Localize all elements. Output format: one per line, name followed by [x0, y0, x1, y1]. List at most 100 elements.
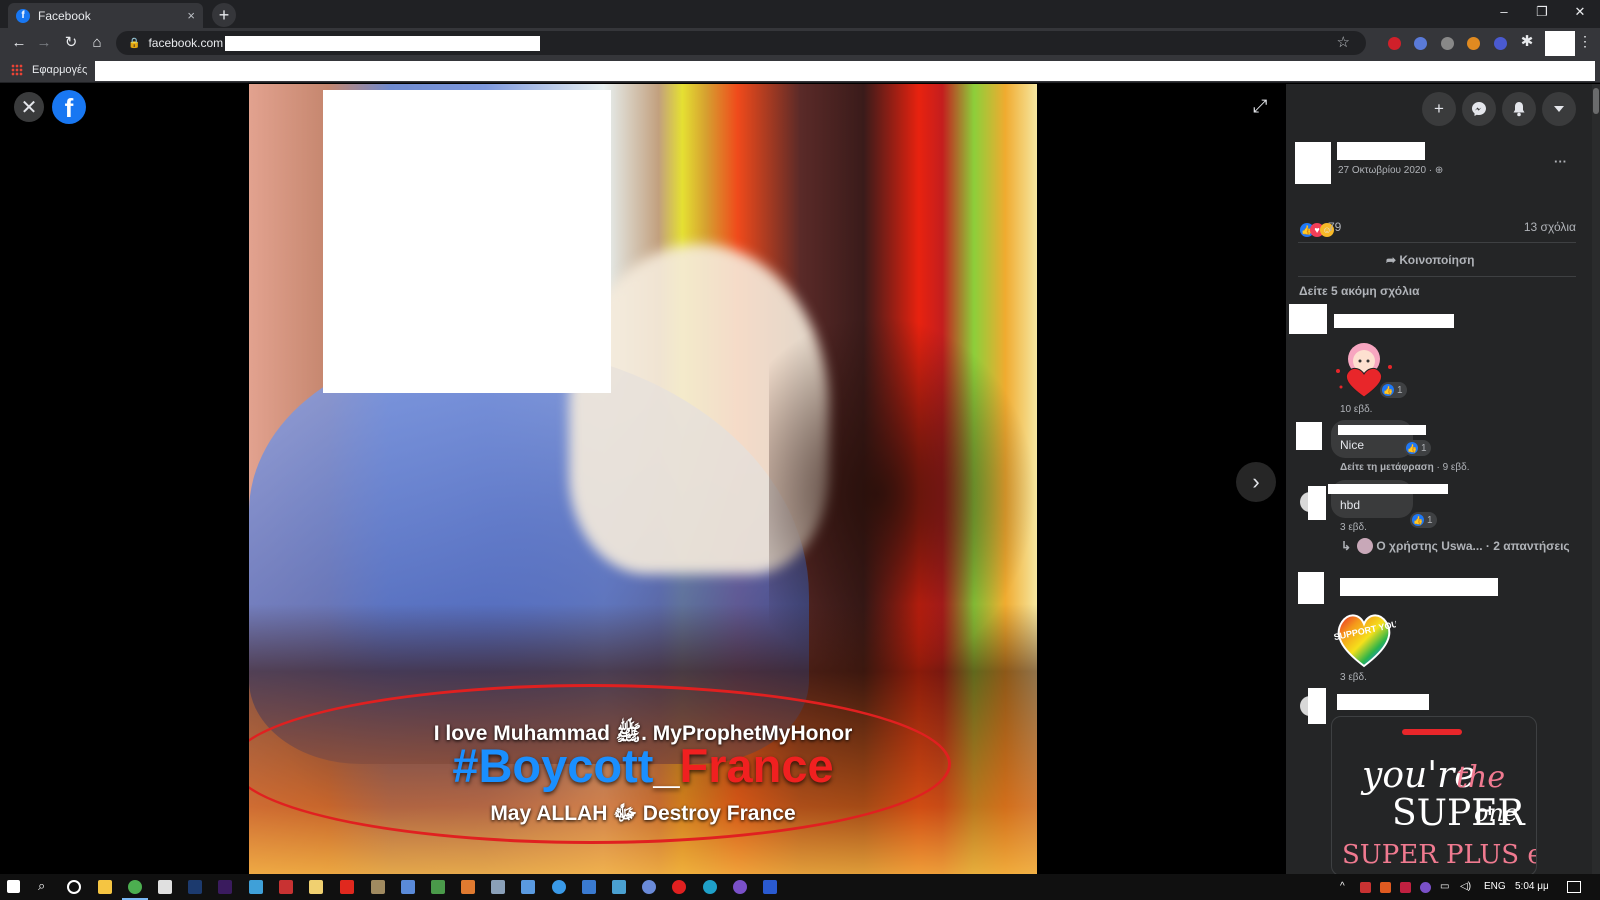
tray-icon-3[interactable]: [1400, 882, 1411, 893]
profile-avatar[interactable]: [1545, 31, 1575, 56]
close-viewer-button[interactable]: ✕: [14, 92, 44, 122]
opera-icon[interactable]: [672, 880, 686, 894]
cortana-icon[interactable]: [67, 880, 81, 894]
app-icon-2[interactable]: [249, 880, 263, 894]
input-language[interactable]: ENG: [1484, 881, 1506, 892]
redacted-commenter-name[interactable]: [1338, 425, 1426, 435]
account-caret-down-icon[interactable]: [1542, 92, 1576, 126]
scrollbar-thumb[interactable]: [1593, 88, 1599, 114]
apps-bookmark[interactable]: Εφαρμογές: [32, 64, 87, 76]
premiere-icon[interactable]: [218, 880, 232, 894]
post-date[interactable]: 27 Οκτωβρίου 2020 · ⊕: [1338, 165, 1443, 176]
forward-icon[interactable]: →: [33, 33, 55, 53]
back-icon[interactable]: ←: [8, 33, 30, 53]
restore-button[interactable]: ❐: [1524, 4, 1560, 20]
reply-user-avatar: [1357, 538, 1373, 554]
reload-icon[interactable]: ↻: [60, 33, 82, 53]
chrome-icon[interactable]: [128, 880, 142, 894]
comments-count[interactable]: 13 σχόλια: [1516, 220, 1576, 234]
close-window-button[interactable]: ✕: [1562, 4, 1598, 20]
dropbox-icon[interactable]: [521, 880, 535, 894]
share-button[interactable]: ➦ Κοινοποίηση: [1386, 253, 1475, 267]
facebook-logo[interactable]: f: [52, 90, 86, 124]
notifications-center-icon[interactable]: [1567, 881, 1581, 893]
app-icon-6[interactable]: [401, 880, 415, 894]
browser-tab[interactable]: f Facebook ×: [8, 3, 203, 28]
post-options-icon[interactable]: ···: [1554, 154, 1567, 169]
viber-icon[interactable]: [733, 880, 747, 894]
app-icon-13[interactable]: [642, 880, 656, 894]
comment-like-count[interactable]: 👍 1: [1404, 440, 1431, 456]
photo-caption-line3: May ALLAH ﷻ Destroy France: [490, 802, 796, 825]
view-replies-link[interactable]: ↳ Ο χρήστης Uswa... · 2 απαντήσεις: [1341, 538, 1570, 554]
commenter-avatar[interactable]: [1289, 304, 1327, 334]
tray-icon-1[interactable]: [1360, 882, 1371, 893]
extension-vpn-icon[interactable]: [1494, 37, 1507, 50]
app-icon-8[interactable]: [461, 880, 475, 894]
author-avatar[interactable]: [1295, 142, 1331, 184]
redacted-author-name[interactable]: [1337, 142, 1425, 160]
messenger-icon[interactable]: [1462, 92, 1496, 126]
extension-cookie-icon[interactable]: [1467, 37, 1480, 50]
panel-scrollbar[interactable]: [1592, 84, 1600, 874]
new-tab-button[interactable]: +: [212, 3, 236, 27]
windows-start-icon[interactable]: [7, 880, 20, 893]
home-icon[interactable]: ⌂: [86, 33, 108, 53]
i-support-you-sticker: I SUPPORT YOU: [1328, 604, 1399, 668]
commenter-avatar[interactable]: [1298, 572, 1324, 604]
app-icon-1[interactable]: [158, 880, 172, 894]
app-icon-3[interactable]: [279, 880, 293, 894]
commenter-avatar[interactable]: [1296, 422, 1322, 450]
app-icon-5[interactable]: [371, 880, 385, 894]
next-photo-button[interactable]: ›: [1236, 462, 1276, 502]
tray-expand-icon[interactable]: ^: [1340, 881, 1345, 892]
acrobat-icon[interactable]: [340, 880, 354, 894]
see-more-comments-link[interactable]: Δείτε 5 ακόμη σχόλια: [1299, 284, 1419, 298]
redacted-commenter-name[interactable]: [1334, 314, 1454, 328]
browser-menu-icon[interactable]: ⋮: [1578, 33, 1592, 50]
photoshop-icon[interactable]: [188, 880, 202, 894]
app-icon-10[interactable]: [552, 880, 566, 894]
extension-adblock-icon[interactable]: [1388, 37, 1401, 50]
tab-close-icon[interactable]: ×: [187, 8, 195, 23]
app-icon-11[interactable]: [582, 880, 596, 894]
comment-time[interactable]: 9 εβδ.: [1443, 462, 1470, 473]
network-icon[interactable]: ▭: [1440, 881, 1449, 892]
redacted-commenter-name[interactable]: [1340, 578, 1498, 596]
app-icon-7[interactable]: [431, 880, 445, 894]
tray-viber-icon[interactable]: [1420, 882, 1431, 893]
fullscreen-icon[interactable]: ⤢: [1253, 96, 1267, 117]
extension-globe-icon[interactable]: [1441, 37, 1454, 50]
app-icon-14[interactable]: [763, 880, 777, 894]
post-date-text: 27 Οκτωβρίου 2020 ·: [1338, 165, 1435, 176]
reactions-count[interactable]: 79: [1328, 220, 1341, 234]
address-bar[interactable]: 🔒 facebook.com ☆: [116, 31, 1366, 55]
comment-like-count[interactable]: 👍 1: [1380, 382, 1407, 398]
comment-like-count[interactable]: 👍 1: [1410, 512, 1437, 528]
comment-time[interactable]: 10 εβδ.: [1340, 404, 1372, 415]
extension-shield-icon[interactable]: [1414, 37, 1427, 50]
edge-icon[interactable]: [703, 880, 717, 894]
volume-icon[interactable]: ◁): [1460, 881, 1471, 892]
create-button[interactable]: +: [1422, 92, 1456, 126]
lock-icon: 🔒: [128, 37, 141, 49]
redacted-commenter-name[interactable]: [1337, 694, 1429, 710]
notifications-bell-icon[interactable]: [1502, 92, 1536, 126]
browser-tab-bar: f Facebook × + – ❐ ✕: [0, 0, 1600, 28]
comment-time[interactable]: 3 εβδ.: [1340, 522, 1367, 533]
apps-grid-icon[interactable]: [11, 64, 23, 76]
app-icon-9[interactable]: [491, 880, 505, 894]
see-translation-link[interactable]: Δείτε τη μετάφραση: [1340, 462, 1434, 473]
extensions-puzzle-icon[interactable]: ✱: [1516, 32, 1538, 52]
bookmark-star-icon[interactable]: ☆: [1337, 33, 1350, 51]
comment-time[interactable]: 3 εβδ.: [1340, 672, 1367, 683]
app-icon-4[interactable]: [309, 880, 323, 894]
system-clock[interactable]: 5:04 μμ: [1515, 881, 1549, 892]
app-icon-12[interactable]: [612, 880, 626, 894]
minimize-button[interactable]: –: [1486, 4, 1522, 19]
search-icon[interactable]: ⌕: [38, 878, 45, 894]
file-explorer-icon[interactable]: [98, 880, 112, 894]
tray-icon-2[interactable]: [1380, 882, 1391, 893]
replies-text: Ο χρήστης Uswa... · 2 απαντήσεις: [1376, 539, 1570, 553]
redacted-commenter-name[interactable]: [1328, 484, 1448, 494]
